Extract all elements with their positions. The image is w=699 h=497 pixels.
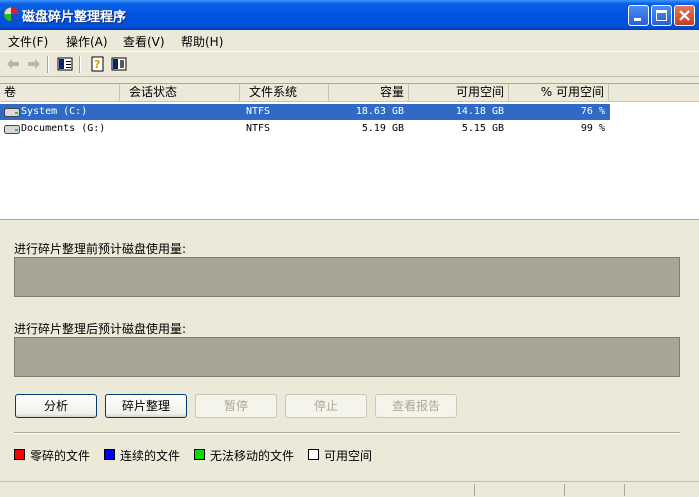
- defragmenter-window: 磁盘碎片整理程序 文件(F) 操作(A) 查看(V) 帮助(H) ? 卷 会话状…: [0, 0, 699, 497]
- defragment-button[interactable]: 碎片整理: [105, 394, 187, 418]
- view-report-button[interactable]: 查看报告: [375, 394, 457, 418]
- before-usage-label: 进行碎片整理前预计磁盘使用量:: [14, 242, 187, 256]
- before-usage-display: [14, 257, 680, 297]
- toolbar: ?: [0, 51, 699, 77]
- percent-free: 99 %: [580, 123, 605, 134]
- legend-swatch-contiguous: [104, 449, 115, 460]
- menu-view[interactable]: 查看(V): [123, 33, 165, 50]
- maximize-button[interactable]: [651, 5, 672, 26]
- stop-button[interactable]: 停止: [285, 394, 367, 418]
- menu-file[interactable]: 文件(F): [8, 33, 48, 50]
- list-header: 卷 会话状态 文件系统 容量 可用空间 % 可用空间: [0, 84, 699, 102]
- title-bar[interactable]: 磁盘碎片整理程序: [0, 0, 699, 30]
- percent-free: 76 %: [580, 106, 605, 117]
- status-separator: [474, 484, 475, 496]
- capacity: 18.63 GB: [355, 106, 404, 117]
- file-system: NTFS: [246, 123, 271, 134]
- properties-icon[interactable]: [57, 56, 73, 72]
- column-header-volume[interactable]: 卷: [0, 84, 120, 101]
- status-separator: [624, 484, 625, 496]
- file-system: NTFS: [246, 106, 271, 117]
- legend-swatch-unmovable: [194, 449, 205, 460]
- defrag-app-icon: [3, 6, 19, 22]
- column-header-free[interactable]: 可用空间: [409, 84, 509, 101]
- pause-button[interactable]: 暂停: [195, 394, 277, 418]
- column-header-percent-free[interactable]: % 可用空间: [509, 84, 609, 101]
- analyze-button[interactable]: 分析: [15, 394, 97, 418]
- volume-name: Documents (G:): [21, 123, 106, 134]
- volume-name: System (C:): [21, 106, 88, 117]
- menu-bar: 文件(F) 操作(A) 查看(V) 帮助(H): [0, 30, 699, 50]
- column-header-capacity[interactable]: 容量: [329, 84, 409, 101]
- after-usage-label: 进行碎片整理后预计磁盘使用量:: [14, 322, 187, 336]
- volume-list[interactable]: 卷 会话状态 文件系统 容量 可用空间 % 可用空间 System (C:) N…: [0, 83, 699, 219]
- menu-action[interactable]: 操作(A): [66, 33, 108, 50]
- legend-swatch-free-space: [308, 449, 319, 460]
- panel-divider: [14, 432, 680, 434]
- minimize-button[interactable]: [628, 5, 649, 26]
- table-row[interactable]: Documents (G:) NTFS 5.19 GB 5.15 GB 99 %: [0, 121, 610, 137]
- forward-arrow-icon[interactable]: [26, 56, 42, 72]
- column-header-status[interactable]: 会话状态: [120, 84, 240, 101]
- free-space: 5.15 GB: [461, 123, 504, 134]
- show-hide-icon[interactable]: [111, 56, 127, 72]
- close-button[interactable]: [674, 5, 695, 26]
- toolbar-separator: [79, 56, 81, 73]
- drive-icon: [4, 125, 20, 134]
- column-header-filesystem[interactable]: 文件系统: [240, 84, 329, 101]
- free-space: 14.18 GB: [455, 106, 504, 117]
- legend-swatch-fragmented: [14, 449, 25, 460]
- svg-text:?: ?: [94, 58, 100, 71]
- legend-label-contiguous: 连续的文件: [120, 449, 181, 463]
- status-separator: [564, 484, 565, 496]
- window-title: 磁盘碎片整理程序: [22, 10, 127, 25]
- legend-label-unmovable: 无法移动的文件: [210, 449, 295, 463]
- legend-label-free-space: 可用空间: [324, 449, 373, 463]
- status-bar: [0, 481, 699, 497]
- help-icon[interactable]: ?: [89, 56, 105, 72]
- menu-help[interactable]: 帮助(H): [181, 33, 223, 50]
- table-row[interactable]: System (C:) NTFS 18.63 GB 14.18 GB 76 %: [0, 104, 610, 120]
- back-arrow-icon[interactable]: [5, 56, 21, 72]
- toolbar-separator: [47, 56, 49, 73]
- drive-icon: [4, 108, 20, 117]
- legend-label-fragmented: 零碎的文件: [30, 449, 91, 463]
- capacity: 5.19 GB: [361, 123, 404, 134]
- after-usage-display: [14, 337, 680, 377]
